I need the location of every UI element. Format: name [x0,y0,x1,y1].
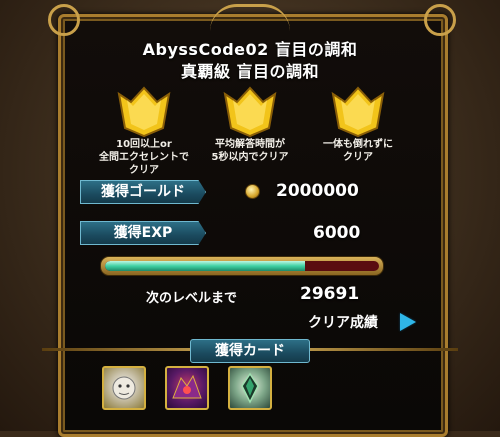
purple-dragon-card-icon[interactable] [165,366,209,410]
condition-3-line2: クリア [343,152,373,163]
beast-icon [112,376,136,400]
exp-progress-fill [105,261,306,271]
white-beast-card-icon[interactable] [102,366,146,410]
crown-icon-2 [223,86,277,138]
coin-icon [245,184,260,199]
condition-1-line2: 全問エクセレントで [99,152,189,163]
exp-label: 獲得EXP [80,221,206,245]
panel-crest [210,4,290,31]
quest-subtitle: 真覇級 盲目の調和 [180,62,320,81]
gold-value: 2000000 [276,181,359,201]
condition-3-line1: 一体も倒れずに [323,139,393,150]
corner-ornament-tr [424,4,456,36]
condition-2: 平均解答時間が 5秒以内でクリア [195,138,305,164]
condition-1-line1: 10回以上or [116,139,172,150]
play-arrow-icon[interactable] [400,313,416,331]
condition-2-line2: 5秒以内でクリア [211,152,289,163]
corner-ornament-tl [48,4,80,36]
condition-1: 10回以上or 全問エクセレントで クリア [89,138,199,177]
crown-icon-1 [117,86,171,138]
gold-label: 獲得ゴールド [80,180,206,204]
cards-label: 獲得カード [190,339,310,363]
exp-progress-bar [100,256,384,276]
exp-progress-track [105,261,379,271]
dragon-icon [172,374,202,399]
green-crystal-card-icon[interactable] [228,366,272,410]
clear-results-button[interactable]: クリア成績 [308,312,378,332]
exp-value: 6000 [313,223,361,243]
crown-icon-3 [331,86,385,138]
next-level-label: 次のレベルまで [146,291,238,306]
condition-2-line1: 平均解答時間が [215,139,285,150]
quest-title: AbyssCode02 盲目の調和 [142,40,358,59]
next-level-value: 29691 [300,284,360,304]
crystal-icon [241,372,259,404]
condition-1-line3: クリア [129,165,159,176]
condition-3: 一体も倒れずに クリア [303,138,413,164]
